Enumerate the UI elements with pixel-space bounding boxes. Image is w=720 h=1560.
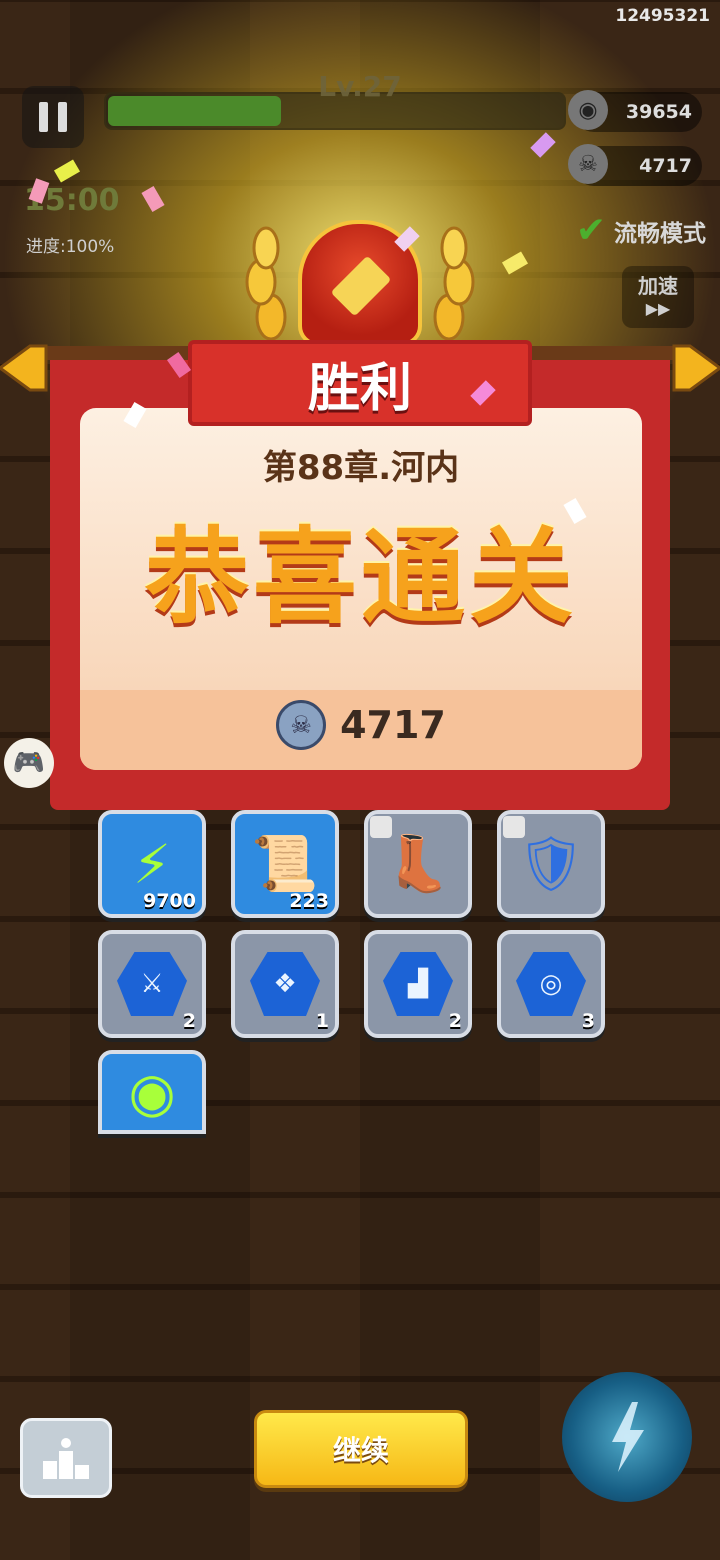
reward-item[interactable]: 📜 223 <box>231 810 339 918</box>
reward-count: 223 <box>289 890 329 912</box>
reward-item[interactable]: ❖ 1 <box>231 930 339 1038</box>
reward-item[interactable]: ⚔ 2 <box>98 930 206 1038</box>
chapter-name: 第88章.河内 <box>262 448 460 488</box>
smooth-mode-toggle[interactable]: ✔ 流畅模式 <box>576 210 706 251</box>
leaderboard-button[interactable] <box>20 1418 112 1498</box>
victory-title: 胜利 <box>188 340 532 426</box>
boot-gem-icon: ▟ <box>383 952 453 1016</box>
reward-count: 3 <box>581 1010 595 1032</box>
speed-up-button[interactable]: 加速 ▶▶ <box>622 266 694 328</box>
coin-counter: ◉ 39654 <box>568 90 702 132</box>
gamepad-icon[interactable]: 🎮 <box>4 738 54 788</box>
player-id: 12495321 <box>615 6 710 26</box>
energy-bolt-icon: ⚡ <box>133 832 171 896</box>
equipment-tag-icon <box>370 816 392 838</box>
reward-item[interactable]: ◎ 3 <box>497 930 605 1038</box>
equipment-tag-icon <box>503 816 525 838</box>
stage-progress: 进度:100% <box>26 237 115 257</box>
reward-item[interactable]: 🛡 <box>497 810 605 918</box>
reward-item[interactable]: ⚡ 9700 <box>98 810 206 918</box>
skull-counter: ☠ 4717 <box>568 144 702 186</box>
check-icon: ✔ <box>575 210 606 251</box>
skull-reward: ☠ 4717 <box>80 700 642 750</box>
lightning-icon <box>612 1402 644 1472</box>
scroll-icon: 📜 <box>251 832 319 895</box>
reward-count: 2 <box>448 1010 462 1032</box>
skull-icon: ☠ <box>276 700 327 750</box>
armor-gem-icon: ❖ <box>250 952 320 1016</box>
medal-gem-icon: ◎ <box>516 952 586 1016</box>
reward-item[interactable]: ◉ <box>98 1050 206 1134</box>
continue-button[interactable]: 继续 <box>254 1410 468 1488</box>
armor-icon: 🛡 <box>516 832 586 895</box>
congrats-text: 恭喜通关 <box>144 516 577 638</box>
reward-item[interactable]: 👢 <box>364 810 472 918</box>
fast-forward-icon: ▶▶ <box>645 299 671 318</box>
boots-icon: 👢 <box>384 832 452 895</box>
skull-icon: ☠ <box>568 144 608 184</box>
silver-coin-icon: ◉ <box>128 1060 176 1124</box>
pause-icon <box>39 102 48 132</box>
skill-button[interactable] <box>562 1372 692 1502</box>
weapon-gem-icon: ⚔ <box>117 952 187 1016</box>
reward-item[interactable]: ▟ 2 <box>364 930 472 1038</box>
reward-count: 2 <box>182 1010 196 1032</box>
podium-icon <box>43 1438 89 1479</box>
reward-count: 1 <box>315 1010 329 1032</box>
coin-icon: ◉ <box>568 90 608 130</box>
reward-count: 9700 <box>143 890 196 912</box>
